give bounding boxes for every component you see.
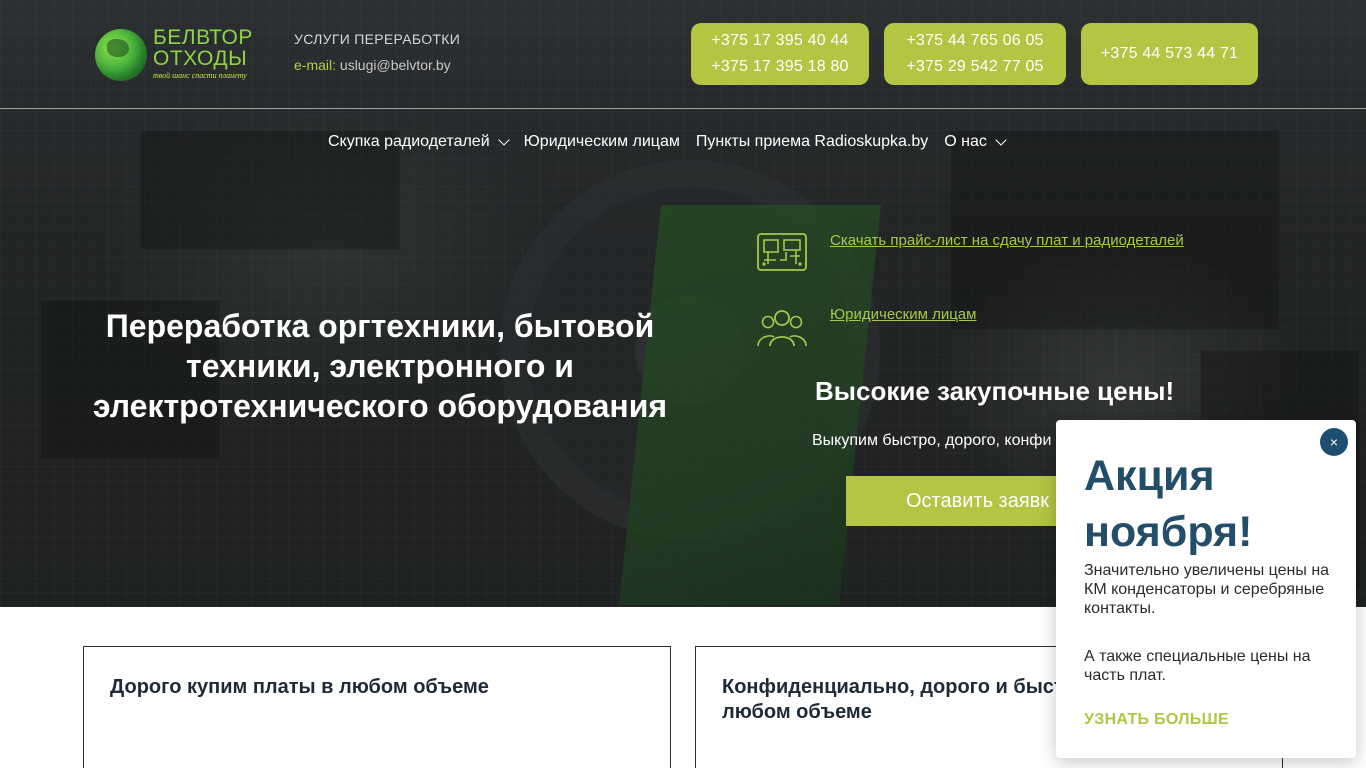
phone-button-2[interactable]: +375 44 765 06 05 +375 29 542 77 05 — [884, 23, 1066, 85]
pricelist-link-row[interactable]: Скачать прайс-лист на сдачу плат и радио… — [756, 232, 1184, 274]
chevron-down-icon — [497, 134, 510, 146]
phone-number[interactable]: +375 17 395 18 80 — [711, 54, 848, 80]
phone-button-1[interactable]: +375 17 395 40 44 +375 17 395 18 80 — [691, 23, 869, 85]
learn-more-link[interactable]: УЗНАТЬ БОЛЬШЕ — [1084, 711, 1229, 729]
phone-number[interactable]: +375 44 573 44 71 — [1101, 41, 1238, 67]
legal-link[interactable]: Юридическим лицам — [830, 306, 976, 323]
nav-item-label: Скупка радиодеталей — [328, 133, 490, 150]
logo-title: БЕЛВТОР ОТХОДЫ — [153, 26, 253, 70]
promo-popup: × Акция ноября! Значительно увеличены це… — [1056, 420, 1356, 758]
feature-card-boards: Дорого купим платы в любом объеме — [83, 646, 671, 768]
nav-item-legal[interactable]: Юридическим лицам — [524, 133, 680, 151]
prices-subtitle: Выкупим быстро, дорого, конфи — [812, 432, 1052, 449]
close-icon[interactable]: × — [1320, 428, 1348, 456]
email-label: e-mail: — [294, 57, 337, 73]
popup-text: А также специальные цены на часть плат. — [1084, 648, 1311, 684]
nav-item-about[interactable]: О нас — [944, 133, 1007, 151]
logo-tagline: твой шанс спасти планету — [153, 71, 247, 80]
chevron-down-icon — [995, 134, 1007, 146]
header-divider — [0, 108, 1366, 109]
phone-button-3[interactable]: +375 44 573 44 71 — [1081, 23, 1258, 85]
hero-title: Переработка оргтехники, бытовой техники,… — [92, 308, 668, 424]
people-group-icon — [757, 310, 807, 347]
globe-icon — [95, 29, 147, 81]
legal-link-row[interactable]: Юридическим лицам — [756, 306, 976, 348]
site-logo[interactable]: БЕЛВТОР ОТХОДЫ твой шанс спасти планету — [95, 27, 265, 83]
popup-text: Значительно увеличены цены на КМ конденс… — [1084, 562, 1330, 617]
nav-item-radioparts[interactable]: Скупка радиодеталей — [328, 133, 510, 151]
services-title: УСЛУГИ ПЕРЕРАБОТКИ — [294, 31, 461, 47]
card-title: Дорого купим платы в любом объеме — [110, 676, 489, 698]
pricelist-link[interactable]: Скачать прайс-лист на сдачу плат и радио… — [830, 232, 1184, 249]
services-info: УСЛУГИ ПЕРЕРАБОТКИ e-mail: uslugi@belvto… — [294, 31, 460, 73]
phone-number[interactable]: +375 44 765 06 05 — [906, 28, 1043, 54]
email-value[interactable]: uslugi@belvtor.by — [340, 57, 451, 73]
prices-title: Высокие закупочные цены! — [815, 376, 1175, 406]
nav-item-points[interactable]: Пункты приема Radioskupka.by — [696, 133, 928, 151]
services-email[interactable]: e-mail: uslugi@belvtor.by — [294, 57, 460, 73]
nav-item-label: О нас — [944, 133, 987, 150]
phone-number[interactable]: +375 29 542 77 05 — [906, 54, 1043, 80]
nav-item-label: Юридическим лицам — [523, 133, 680, 150]
circuit-board-icon — [757, 233, 807, 271]
main-nav: Скупка радиодеталей Юридическим лицам Пу… — [328, 130, 1007, 154]
phone-number[interactable]: +375 17 395 40 44 — [711, 28, 848, 54]
popup-title: Акция ноября! — [1084, 452, 1253, 556]
nav-item-label: Пункты приема Radioskupka.by — [695, 133, 929, 150]
